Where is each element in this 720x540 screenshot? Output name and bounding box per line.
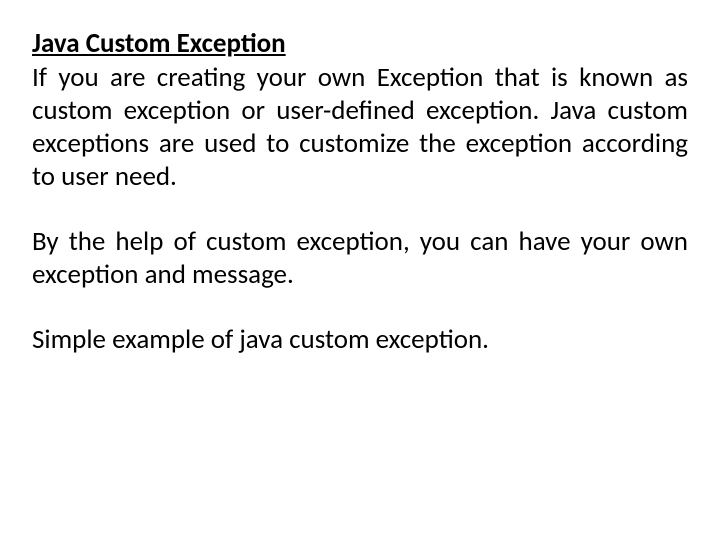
heading: Java Custom Exception	[32, 28, 688, 60]
paragraph-1: If you are creating your own Exception t…	[32, 62, 688, 194]
paragraph-2: By the help of custom exception, you can…	[32, 226, 688, 292]
paragraph-3: Simple example of java custom exception.	[32, 324, 688, 357]
